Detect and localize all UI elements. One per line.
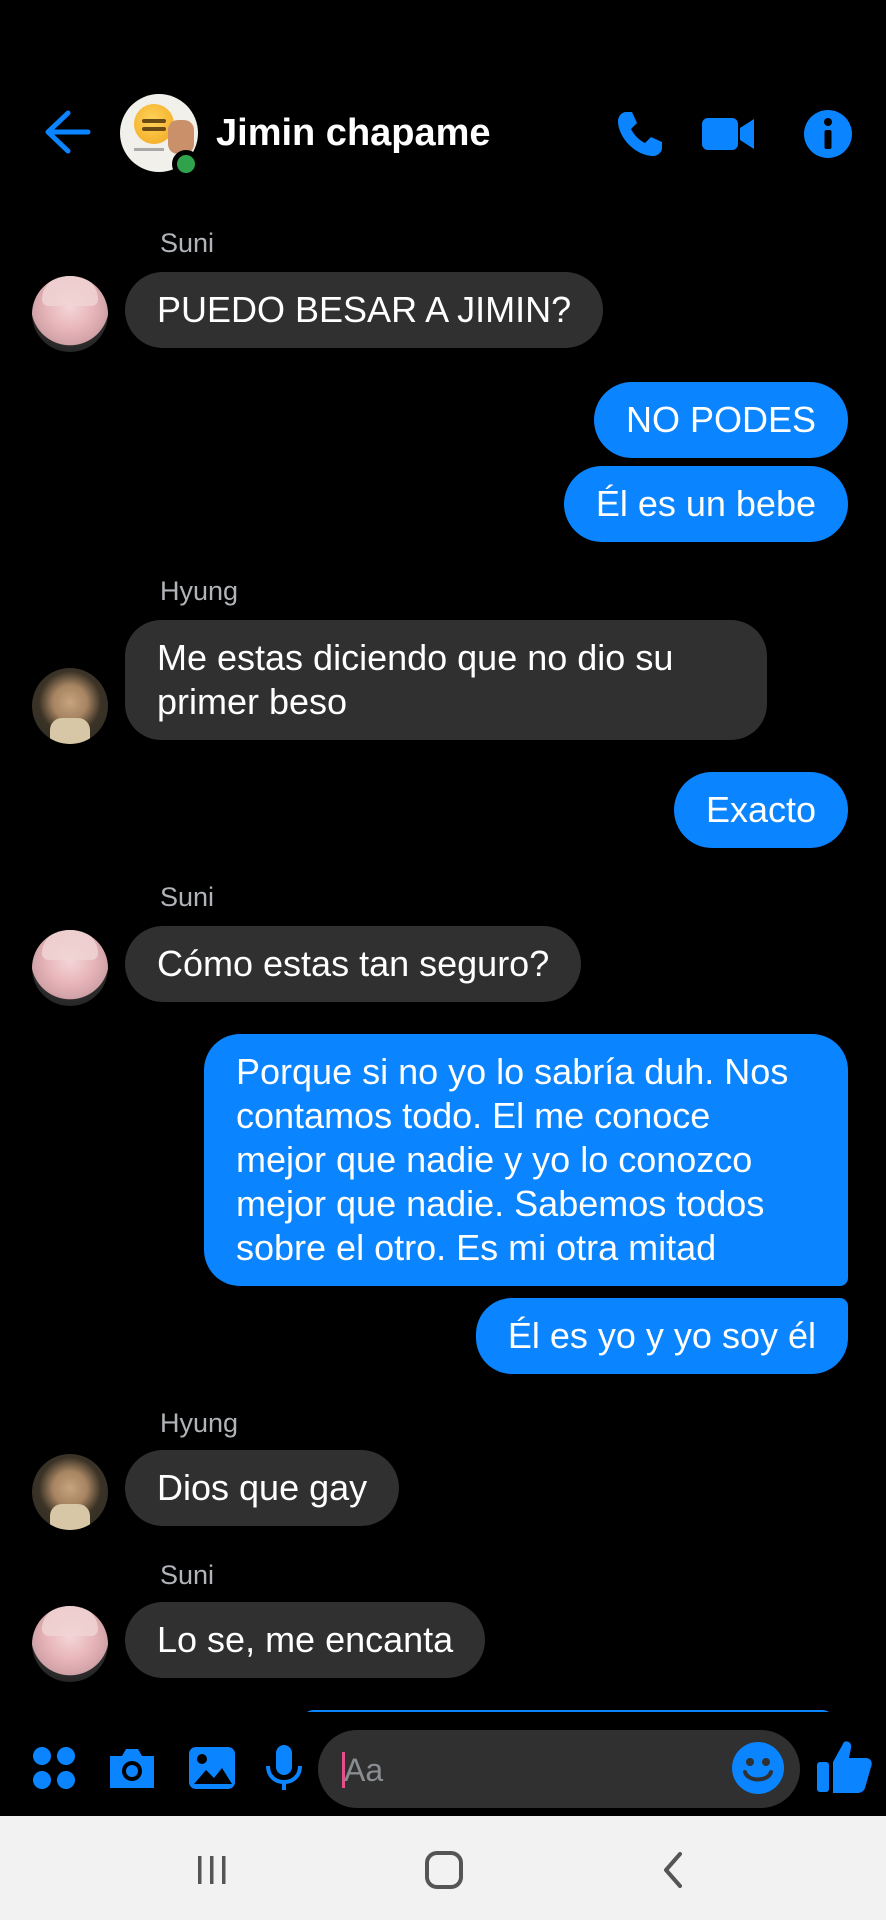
incoming-message[interactable]: Me estas diciendo que no dio su primer b…	[125, 620, 767, 740]
back-nav-icon[interactable]	[646, 1842, 702, 1898]
outgoing-message[interactable]: NO PODES	[593, 382, 848, 458]
message-line: mejor que nadie y yo lo conozco	[236, 1139, 753, 1180]
image-icon[interactable]	[186, 1742, 238, 1794]
message-line: mejor que nadie. Sabemos todos	[236, 1183, 765, 1224]
avatar[interactable]	[32, 1606, 108, 1682]
camera-icon[interactable]	[106, 1742, 158, 1794]
microphone-icon[interactable]	[258, 1742, 310, 1794]
outgoing-message[interactable]: Él es yo y yo soy él	[475, 1298, 848, 1374]
chat-header: Jimin chapame	[0, 0, 886, 200]
outgoing-message[interactable]: Él es un bebe	[563, 466, 848, 542]
sender-name: Suni	[160, 1560, 215, 1590]
incoming-message[interactable]: Lo se, me encanta	[125, 1602, 486, 1678]
recent-apps-icon[interactable]	[184, 1842, 240, 1898]
thumbs-up-icon[interactable]	[814, 1736, 874, 1796]
apps-grid-icon[interactable]	[28, 1742, 80, 1794]
avatar[interactable]	[32, 668, 108, 744]
sender-name: Hyung	[160, 1408, 239, 1438]
message-line: sobre el otro. Es mi otra mitad	[236, 1227, 717, 1268]
back-arrow-icon[interactable]	[40, 105, 94, 159]
video-camera-icon[interactable]	[700, 106, 756, 162]
message-line: primer beso	[157, 681, 348, 722]
message-input-placeholder: Aa	[344, 1752, 384, 1788]
incoming-message[interactable]: PUEDO BESAR A JIMIN?	[125, 272, 604, 348]
message-line: Porque si no yo lo sabría duh. Nos	[236, 1051, 789, 1092]
outgoing-message[interactable]: Exacto	[673, 772, 848, 848]
avatar[interactable]	[32, 1454, 108, 1530]
info-icon[interactable]	[800, 106, 856, 162]
sender-name: Suni	[160, 228, 215, 258]
smiley-icon[interactable]	[730, 1740, 786, 1796]
incoming-message[interactable]: Dios que gay	[125, 1450, 400, 1526]
avatar[interactable]	[32, 276, 108, 352]
chat-title[interactable]: Jimin chapame	[216, 112, 491, 155]
sender-name: Suni	[160, 882, 215, 912]
avatar[interactable]	[32, 930, 108, 1006]
message-line: Me estas diciendo que no dio su	[157, 637, 674, 678]
message-input[interactable]	[318, 1730, 800, 1808]
online-status-dot	[172, 150, 200, 178]
phone-icon[interactable]	[612, 106, 668, 162]
outgoing-message[interactable]: Porque si no yo lo sabría duh. Nos conta…	[204, 1034, 848, 1286]
incoming-message[interactable]: Cómo estas tan seguro?	[125, 926, 582, 1002]
message-line: contamos todo. El me conoce	[236, 1095, 711, 1136]
home-icon[interactable]	[416, 1842, 472, 1898]
sender-name: Hyung	[160, 576, 239, 606]
